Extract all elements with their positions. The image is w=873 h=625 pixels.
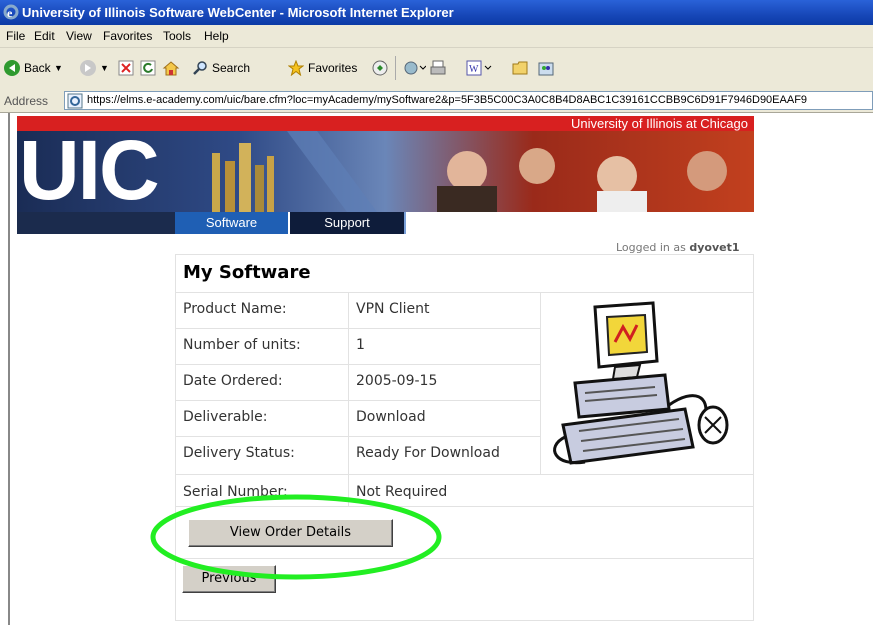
refresh-icon[interactable] [140,60,156,76]
home-icon[interactable] [162,60,180,76]
login-prefix: Logged in as [616,241,686,254]
row-label-date: Date Ordered: [175,364,349,401]
mail-icon[interactable] [404,60,426,76]
favorites-button[interactable]: Favorites [288,58,378,78]
university-name: University of Illinois at Chicago [570,116,748,131]
tab-support[interactable]: Support [290,212,406,234]
back-arrow-icon [4,60,20,76]
back-label: Back [24,61,51,75]
forward-button[interactable]: ▼ [80,58,114,78]
menu-edit[interactable]: Edit [34,29,55,43]
search-button[interactable]: Search [192,58,277,78]
row-value-units: 1 [348,328,541,365]
row-label-units: Number of units: [175,328,349,365]
svg-text:e: e [7,6,13,20]
menu-view[interactable]: View [66,29,92,43]
computer-clipart-icon [553,301,729,465]
stop-icon[interactable] [118,60,134,76]
folder-icon[interactable] [512,60,528,76]
print-icon[interactable] [430,60,446,76]
row-value-date: 2005-09-15 [348,364,541,401]
address-label: Address [4,94,49,108]
favorites-star-icon [288,60,304,76]
window-titlebar: e University of Illinois Software WebCen… [0,0,873,25]
search-icon [193,61,207,75]
row-label-product: Product Name: [175,292,349,329]
messenger-icon[interactable] [538,60,554,76]
menu-file[interactable]: File [6,29,25,43]
media-icon[interactable] [372,60,388,76]
frame-border [8,113,10,625]
address-bar: Address https://elms.e-academy.com/uic/b… [0,90,873,113]
row-value-status: Ready For Download [348,436,541,475]
menu-tools[interactable]: Tools [163,29,191,43]
search-label: Search [212,61,251,75]
highlight-ellipse-annotation [150,494,442,580]
row-label-deliverable: Deliverable: [175,400,349,437]
address-url: https://elms.e-academy.com/uic/bare.cfm?… [87,94,808,106]
uic-logo-text: UIC [19,123,160,212]
forward-arrow-icon [80,60,96,76]
address-input[interactable]: https://elms.e-academy.com/uic/bare.cfm?… [64,91,873,110]
tab-software[interactable]: Software [175,212,290,234]
login-user: dyovet1 [689,241,740,254]
ie-logo-icon: e [3,4,19,20]
favorites-label: Favorites [308,61,358,75]
row-value-deliverable: Download [348,400,541,437]
page-title: My Software [183,262,311,283]
page-icon [67,93,83,109]
row-label-status: Delivery Status: [175,436,349,475]
site-nav: Software Support [17,212,754,234]
svg-text:W: W [469,64,479,75]
window-title: University of Illinois Software WebCente… [22,5,454,20]
menu-help[interactable]: Help [204,29,229,43]
browser-toolbar: Back ▼ ▼ Search Favorites W [0,48,873,92]
uic-banner: University of Illinois at Chicago UIC [17,116,754,212]
back-button[interactable]: Back ▼ [4,58,74,78]
edit-icon[interactable]: W [466,60,492,76]
menu-bar: File Edit View Favorites Tools Help [0,25,873,48]
row-value-product: VPN Client [348,292,541,329]
login-status: Logged in as dyovet1 [616,241,740,254]
product-image-cell [540,292,754,475]
menu-favorites[interactable]: Favorites [103,29,152,43]
